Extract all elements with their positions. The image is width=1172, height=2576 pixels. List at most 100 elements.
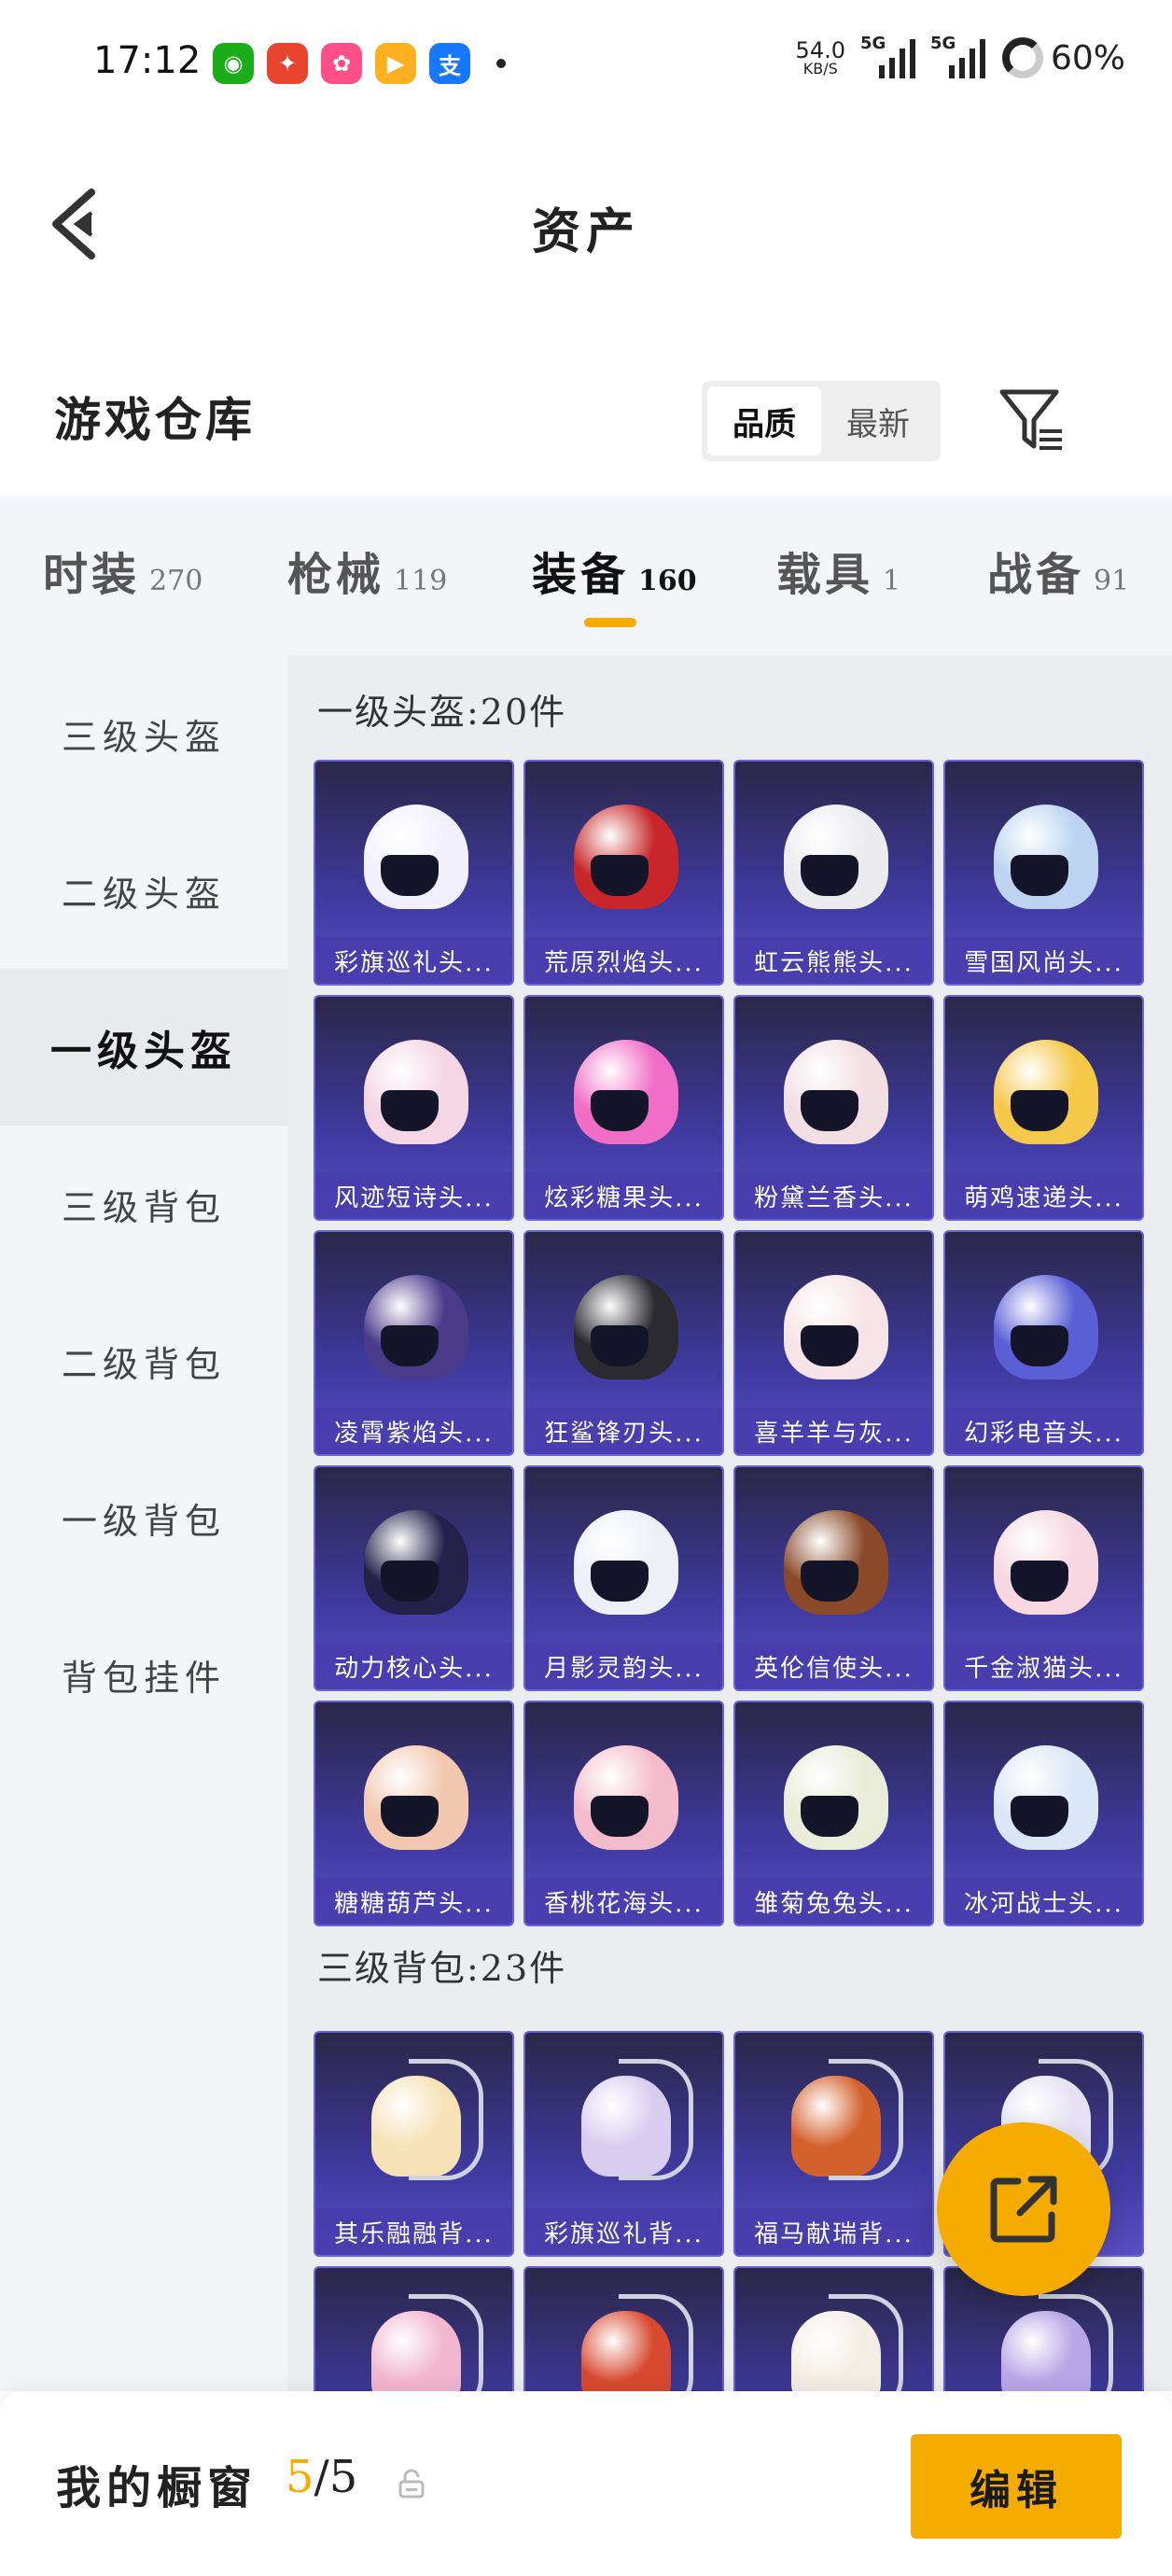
helmet-image <box>784 1040 888 1144</box>
sort-latest-button[interactable]: 最新 <box>821 386 935 455</box>
helmet-image <box>574 1040 678 1144</box>
item-name: 英伦信使头... <box>735 1643 932 1689</box>
helmet-card[interactable]: 糖糖葫芦头... <box>314 1701 514 1926</box>
status-bar: 17:12 ◉ ✦ ✿ ▶ 支 54.0 KB/S 5G 5G 60% <box>0 0 1172 131</box>
battery-indicator: 60% <box>1001 37 1125 78</box>
helmet-card[interactable]: 冰河战士头... <box>943 1701 1144 1926</box>
helmet-image <box>364 1745 468 1850</box>
sort-quality-button[interactable]: 品质 <box>707 386 821 455</box>
sidebar-item-level3-helmet[interactable]: 三级头盔 <box>0 655 287 812</box>
helmet-image <box>364 1040 468 1144</box>
page-title: 资产 <box>531 203 640 260</box>
helmet-image <box>364 805 468 909</box>
item-name: 凌霄紫焰头... <box>315 1407 512 1454</box>
share-button[interactable] <box>937 2122 1110 2296</box>
backpack-card[interactable]: 其乐融融背... <box>314 2031 514 2257</box>
item-name: 萌鸡速递头... <box>945 1172 1142 1219</box>
helmet-card[interactable]: 狂鲨锋刃头... <box>523 1230 724 1456</box>
tab-vehicles[interactable]: 载具 1 <box>776 538 900 603</box>
item-name: 雪国风尚头... <box>945 937 1142 984</box>
notification-icons: ◉ ✦ ✿ ▶ 支 <box>213 43 506 84</box>
sidebar-item-level2-helmet[interactable]: 二级头盔 <box>0 812 287 969</box>
helmet-card[interactable]: 风迹短诗头... <box>314 995 514 1221</box>
tab-supplies[interactable]: 战备 91 <box>987 538 1129 603</box>
backpack-strap <box>409 2059 483 2180</box>
helmet-card[interactable]: 动力核心头... <box>314 1465 514 1691</box>
helmet-grid: 彩旗巡礼头... 荒原烈焰头... 虹云熊熊头... 雪国风尚头... 风迹短诗头...… <box>287 760 1172 1926</box>
helmet-image <box>574 1510 678 1615</box>
item-name: 虹云熊熊头... <box>735 937 932 984</box>
lock-icon <box>398 2469 425 2499</box>
alipay-icon: 支 <box>429 43 470 84</box>
edit-button[interactable]: 编辑 <box>911 2434 1122 2539</box>
item-name: 其乐融融背... <box>315 2208 512 2255</box>
backpack-strap <box>829 2294 903 2391</box>
helmet-card[interactable]: 英伦信使头... <box>733 1465 934 1691</box>
item-name: 香桃花海头... <box>525 1878 722 1925</box>
backpack-card[interactable] <box>733 2266 934 2391</box>
item-name: 千金淑猫头... <box>945 1643 1142 1689</box>
item-name: 幻彩电音头... <box>945 1407 1142 1454</box>
helmet-card[interactable]: 幻彩电音头... <box>943 1230 1144 1456</box>
showcase-count: 5/5 <box>286 2451 358 2503</box>
sidebar-item-level3-backpack[interactable]: 三级背包 <box>0 1126 287 1282</box>
helmet-image <box>994 1510 1098 1615</box>
active-tab-underline <box>584 618 636 627</box>
category-tabs: 时装 270 枪械 119 装备 160 载具 1 战备 91 <box>0 497 1172 655</box>
helmet-image <box>574 1745 678 1850</box>
helmet-image <box>784 1745 888 1850</box>
item-name: 月影灵韵头... <box>525 1643 722 1689</box>
showcase-bar: 我的橱窗 5/5 编辑 <box>0 2391 1172 2576</box>
tab-fashion[interactable]: 时装 270 <box>43 538 202 603</box>
video-app-icon: ▶ <box>375 43 416 84</box>
helmet-card[interactable]: 喜羊羊与灰... <box>733 1230 934 1456</box>
helmet-card[interactable]: 香桃花海头... <box>523 1701 724 1926</box>
item-name: 彩旗巡礼背... <box>525 2208 722 2255</box>
helmet-card[interactable]: 雪国风尚头... <box>943 760 1144 986</box>
helmet-image <box>784 1275 888 1379</box>
helmet-image <box>994 805 1098 909</box>
helmet-image <box>574 1275 678 1379</box>
backpack-strap <box>1039 2294 1113 2391</box>
item-name: 狂鲨锋刃头... <box>525 1407 722 1454</box>
helmet-card[interactable]: 彩旗巡礼头... <box>314 760 514 986</box>
sidebar-item-level2-backpack[interactable]: 二级背包 <box>0 1282 287 1439</box>
status-time: 17:12 <box>93 39 202 82</box>
helmet-image <box>364 1275 468 1379</box>
helmet-card[interactable]: 荒原烈焰头... <box>523 760 724 986</box>
helmet-card[interactable]: 雏菊兔兔头... <box>733 1701 934 1926</box>
helmet-card[interactable]: 凌霄紫焰头... <box>314 1230 514 1456</box>
helmet-card[interactable]: 月影灵韵头... <box>523 1465 724 1691</box>
backpack-strap <box>829 2059 903 2180</box>
app-header: 资产 <box>0 131 1172 317</box>
warehouse-header: 游戏仓库 品质 最新 <box>0 355 1172 495</box>
item-name: 炫彩糖果头... <box>525 1172 722 1219</box>
backpack-strap <box>409 2294 483 2391</box>
backpack-card[interactable] <box>314 2266 514 2391</box>
wechat-icon: ◉ <box>213 43 254 84</box>
helmet-card[interactable]: 千金淑猫头... <box>943 1465 1144 1691</box>
sidebar-item-level1-backpack[interactable]: 一级背包 <box>0 1439 287 1596</box>
helmet-image <box>994 1745 1098 1850</box>
filter-icon[interactable] <box>998 386 1066 454</box>
backpack-card[interactable]: 福马献瑞背... <box>733 2031 934 2257</box>
signal-sim1-icon: 5G <box>860 34 915 78</box>
sidebar-item-level1-helmet[interactable]: 一级头盔 <box>0 969 287 1126</box>
helmet-image <box>784 805 888 909</box>
battery-ring-icon <box>1001 37 1043 78</box>
tab-equipment[interactable]: 装备 160 <box>532 538 697 603</box>
sidebar-item-backpack-charm[interactable]: 背包挂件 <box>0 1596 287 1753</box>
backpack-card[interactable]: 彩旗巡礼背... <box>523 2031 724 2257</box>
pink-app-icon: ✿ <box>321 43 362 84</box>
net-speed: 54.0 KB/S <box>795 37 845 77</box>
red-envelope-app-icon: ✦ <box>267 43 308 84</box>
backpack-card[interactable] <box>523 2266 724 2391</box>
item-name: 糖糖葫芦头... <box>315 1878 512 1925</box>
backpack-strap <box>619 2059 693 2180</box>
helmet-card[interactable]: 粉黛兰香头... <box>733 995 934 1221</box>
item-name: 雏菊兔兔头... <box>735 1878 932 1925</box>
helmet-card[interactable]: 萌鸡速递头... <box>943 995 1144 1221</box>
tab-weapons[interactable]: 枪械 119 <box>287 538 447 603</box>
helmet-card[interactable]: 炫彩糖果头... <box>523 995 724 1221</box>
helmet-card[interactable]: 虹云熊熊头... <box>733 760 934 986</box>
